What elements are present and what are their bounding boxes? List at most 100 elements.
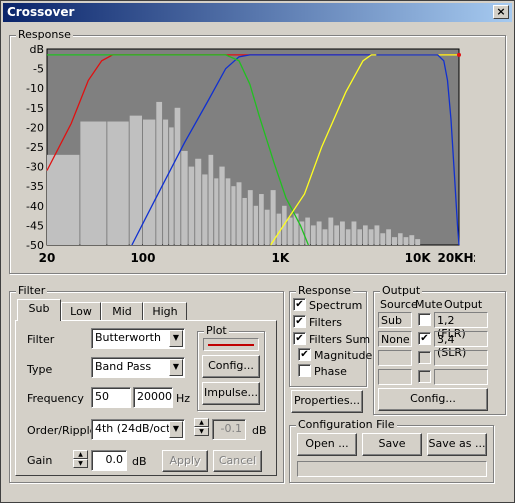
gain-input[interactable]: 0.0: [91, 450, 127, 471]
spectrum-bar: [357, 229, 363, 245]
spectrum-bar: [129, 115, 142, 245]
spectrum-bar: [195, 158, 202, 245]
mute-checkbox-1[interactable]: [418, 313, 431, 326]
spectrum-bar: [225, 178, 231, 245]
filters-sum-checkbox[interactable]: ✔: [293, 332, 306, 345]
save-as-button[interactable]: Save as ...: [427, 433, 487, 456]
spectrum-bar: [305, 217, 310, 245]
response-group-label: Response: [16, 28, 73, 41]
save-button[interactable]: Save: [362, 433, 422, 456]
filter-select[interactable]: Butterworth ▼: [91, 328, 185, 349]
output-group-label: Output: [380, 284, 423, 297]
y-tick-label: -5: [33, 63, 44, 76]
y-tick-label: -20: [26, 121, 44, 134]
output-channel-3[interactable]: [434, 350, 488, 366]
output-col-output: Output: [444, 298, 483, 311]
mute-checkbox-3[interactable]: [418, 351, 431, 364]
ripple-input[interactable]: -0.1: [212, 419, 246, 440]
progress-bar: [297, 461, 487, 477]
output-source-3[interactable]: [378, 350, 412, 366]
cancel-button[interactable]: Cancel: [213, 450, 262, 472]
output-col-mute: Mute: [415, 298, 443, 311]
plot-config-button[interactable]: Config...: [202, 355, 260, 378]
output-source-1[interactable]: Sub: [378, 312, 412, 328]
type-select[interactable]: Band Pass ▼: [91, 357, 185, 378]
plot-color-swatch[interactable]: [203, 338, 259, 351]
spectrum-bar: [363, 225, 368, 245]
plot-color-line: [208, 344, 254, 346]
mute-checkbox-4[interactable]: [418, 370, 431, 383]
output-channel-1[interactable]: 1,2 (FLR): [434, 312, 488, 340]
up-arrow-icon[interactable]: ▲: [73, 450, 88, 459]
window-title: Crossover: [7, 5, 75, 19]
down-arrow-icon[interactable]: ▼: [194, 427, 209, 436]
magnitude-checkbox[interactable]: ✔: [298, 348, 311, 361]
output-col-source: Source: [380, 298, 418, 311]
gain-unit: dB: [132, 455, 147, 468]
up-arrow-icon[interactable]: ▲: [194, 418, 209, 427]
gain-label: Gain: [27, 454, 53, 467]
output-channel-4[interactable]: [434, 369, 488, 385]
y-tick-label: -30: [26, 161, 44, 174]
ripple-unit: dB: [252, 424, 267, 437]
filter-select-value: Butterworth: [95, 331, 161, 344]
spectrum-bar: [316, 221, 322, 245]
y-axis-unit: dB: [29, 43, 44, 56]
spectrum-bar: [214, 178, 219, 245]
filter-label: Filter: [27, 333, 55, 346]
spectrum-bar: [391, 237, 398, 245]
freq-low-input[interactable]: 50: [91, 387, 131, 408]
y-tick-label: -45: [26, 219, 44, 232]
y-tick-label: -40: [26, 200, 44, 213]
spectrum-bar: [174, 107, 181, 245]
response-chart: dB-5-10-15-20-25-30-35-40-45-5020 100 1K 10…: [26, 43, 475, 265]
spectrum-bar: [386, 229, 391, 245]
output-source-1-value: Sub: [381, 314, 402, 327]
gain-stepper[interactable]: ▲ ▼: [73, 450, 88, 468]
spectrum-bar: [287, 217, 293, 245]
spectrum-bar: [409, 235, 415, 245]
open-button[interactable]: Open ...: [297, 433, 357, 456]
spectrum-checkbox[interactable]: ✔: [293, 298, 306, 311]
filters-checkbox[interactable]: ✔: [293, 315, 306, 328]
output-source-4[interactable]: [378, 369, 412, 385]
tab-sub[interactable]: Sub: [17, 299, 61, 321]
spectrum-bar: [107, 121, 129, 245]
tab-mid[interactable]: Mid: [101, 302, 143, 321]
type-select-value: Band Pass: [95, 360, 152, 373]
spectrum-bar: [345, 229, 351, 245]
spectrum-bar: [380, 233, 386, 245]
spectrum-bar: [47, 154, 80, 245]
chevron-down-icon[interactable]: ▼: [169, 330, 183, 347]
spectrum-bar: [208, 154, 214, 245]
tab-high[interactable]: High: [143, 302, 187, 321]
tab-low[interactable]: Low: [61, 302, 101, 321]
config-file-label: Configuration File: [296, 418, 397, 431]
ripple-stepper[interactable]: ▲ ▼: [194, 418, 209, 436]
freq-high-input[interactable]: 20000: [133, 387, 173, 408]
impulse-button[interactable]: Impulse...: [202, 382, 260, 405]
apply-button[interactable]: Apply: [162, 450, 208, 472]
order-select[interactable]: 4th (24dB/oct) ▼: [91, 419, 185, 440]
x-tick-label: 20KHz: [437, 251, 475, 265]
spectrum-bar: [156, 101, 163, 245]
crossover-window: Crossover × Response dB -5 -10 -15 -20 -25 -30…: [0, 0, 515, 503]
title-bar[interactable]: Crossover ×: [3, 3, 512, 22]
properties-button[interactable]: Properties...: [291, 390, 363, 413]
phase-checkbox[interactable]: [298, 364, 311, 377]
output-channel-2[interactable]: 3,4 (SLR): [434, 331, 488, 359]
spectrum-bar: [169, 127, 174, 245]
chevron-down-icon[interactable]: ▼: [169, 421, 183, 438]
down-arrow-icon[interactable]: ▼: [73, 459, 88, 468]
x-tick-label: 20: [39, 251, 56, 265]
close-button[interactable]: ×: [493, 5, 509, 19]
spectrum-bar: [264, 209, 270, 245]
spectrum-bar: [310, 225, 316, 245]
chevron-down-icon[interactable]: ▼: [169, 359, 183, 376]
spectrum-bar: [415, 239, 421, 245]
mute-checkbox-2[interactable]: ✔: [418, 332, 431, 345]
spectrum-bar: [328, 217, 334, 245]
output-source-2[interactable]: None: [378, 331, 412, 347]
spectrum-bar: [219, 166, 225, 245]
output-config-button[interactable]: Config...: [378, 388, 488, 411]
